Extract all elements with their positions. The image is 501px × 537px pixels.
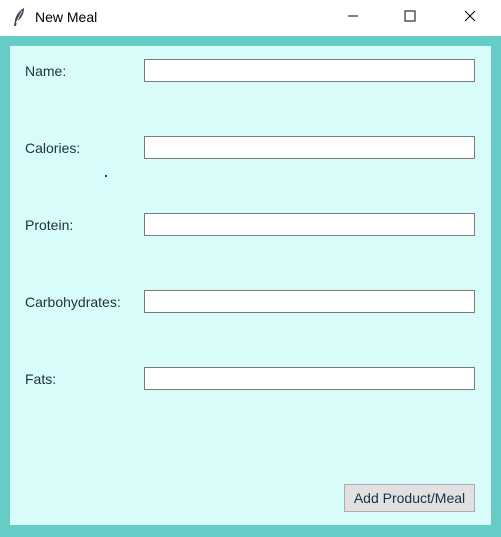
close-icon	[464, 9, 476, 27]
minimize-icon	[347, 9, 359, 27]
window-title: New Meal	[35, 9, 98, 25]
stray-dot	[105, 175, 107, 177]
feather-icon	[11, 7, 27, 27]
close-button[interactable]	[447, 0, 493, 35]
minimize-button[interactable]	[330, 0, 376, 35]
form-panel	[10, 46, 491, 525]
protein-field[interactable]	[144, 213, 475, 236]
protein-label: Protein:	[25, 217, 74, 233]
add-product-meal-button[interactable]: Add Product/Meal	[344, 484, 475, 512]
calories-label: Calories:	[25, 140, 81, 156]
name-label: Name:	[25, 63, 67, 79]
title-bar[interactable]: New Meal	[0, 0, 501, 35]
calories-field[interactable]	[144, 136, 475, 159]
carbohydrates-field[interactable]	[144, 290, 475, 313]
fats-label: Fats:	[25, 371, 57, 387]
fats-field[interactable]	[144, 367, 475, 390]
carbohydrates-label: Carbohydrates:	[25, 294, 121, 310]
name-field[interactable]	[144, 59, 475, 82]
maximize-icon	[404, 9, 416, 27]
maximize-button[interactable]	[387, 0, 433, 35]
